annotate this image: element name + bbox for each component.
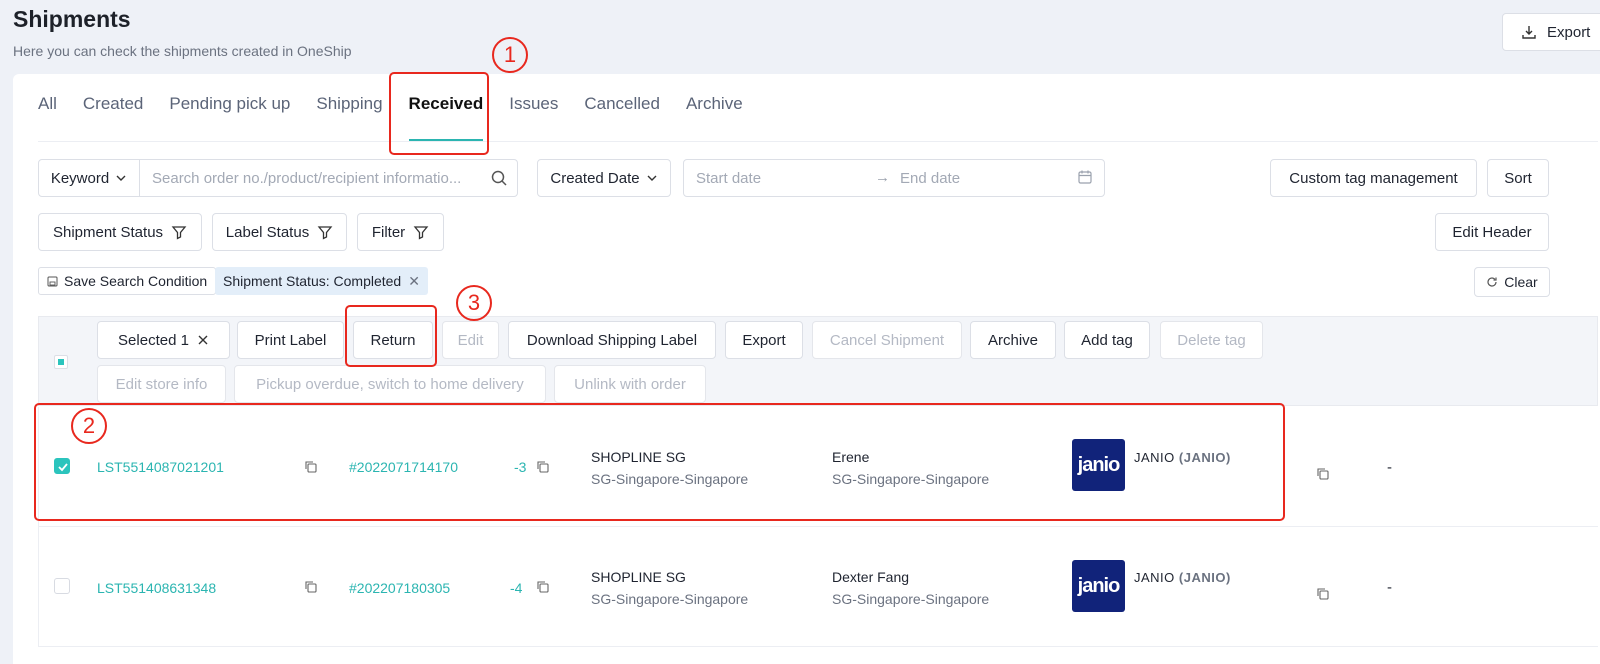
shipment-status-filter[interactable]: Shipment Status	[38, 213, 202, 251]
tabs-divider	[38, 141, 1598, 142]
edit-store-info-button[interactable]: Edit store info	[97, 365, 226, 403]
status-chip-key: Shipment Status:	[223, 273, 330, 289]
copy-icon[interactable]	[536, 580, 549, 593]
date-type-select[interactable]: Created Date	[537, 159, 671, 197]
export-selected-button[interactable]: Export	[725, 321, 803, 359]
start-date-field[interactable]: Start date	[696, 170, 761, 187]
tab-cancelled[interactable]: Cancelled	[584, 95, 660, 140]
chevron-down-icon	[116, 175, 126, 181]
shipment-status-label: Shipment Status	[52, 223, 164, 241]
edit-header-button[interactable]: Edit Header	[1435, 213, 1549, 251]
filter-icon	[171, 226, 187, 240]
carrier-logo: janio	[1072, 560, 1125, 612]
date-type-label: Created Date	[550, 169, 640, 187]
table-row[interactable]: LST551408631348 #202207180305 -4 SHOPLIN…	[38, 527, 1598, 647]
export-label: Export	[1547, 23, 1591, 41]
unlink-order-button[interactable]: Unlink with order	[554, 365, 706, 403]
carrier-label: JANIO	[1134, 570, 1175, 585]
shipment-number-link[interactable]: LST551408631348	[97, 580, 216, 596]
filter-icon	[317, 226, 333, 240]
tab-shipping[interactable]: Shipping	[316, 95, 382, 140]
tab-all[interactable]: All	[38, 95, 57, 140]
highlight-return-button	[345, 305, 437, 367]
keyword-select[interactable]: Keyword	[39, 160, 140, 196]
selected-count-button[interactable]: Selected 1	[97, 321, 230, 359]
carrier-code: (JANIO)	[1178, 570, 1231, 585]
edit-button[interactable]: Edit	[442, 321, 499, 359]
keyword-search-group: Keyword Search order no./product/recipie…	[38, 159, 518, 197]
close-icon	[198, 335, 208, 345]
clear-label: Clear	[1504, 274, 1538, 290]
close-icon[interactable]: ✕	[408, 273, 420, 290]
annotation-badge-3: 3	[456, 285, 492, 321]
cancel-shipment-button[interactable]: Cancel Shipment	[812, 321, 962, 359]
export-button[interactable]: Export	[1502, 13, 1600, 51]
clear-button[interactable]: Clear	[1474, 267, 1550, 297]
filter-icon	[413, 226, 429, 240]
filter-button[interactable]: Filter	[357, 213, 444, 251]
selected-count-label: Selected 1	[118, 331, 189, 349]
order-number-suffix[interactable]: -4	[510, 580, 522, 596]
add-tag-button[interactable]: Add tag	[1064, 321, 1150, 359]
store-location: SG-Singapore-Singapore	[591, 591, 749, 607]
page-subtitle: Here you can check the shipments created…	[13, 43, 352, 59]
row-checkbox[interactable]	[54, 578, 70, 594]
download-shipping-label-button[interactable]: Download Shipping Label	[508, 321, 716, 359]
tab-pending-pick-up[interactable]: Pending pick up	[169, 95, 290, 140]
download-icon	[1522, 26, 1536, 39]
calendar-icon	[1078, 170, 1092, 184]
empty-value: -	[1387, 579, 1392, 596]
copy-icon[interactable]	[1316, 467, 1329, 480]
annotation-badge-1: 1	[492, 37, 528, 73]
shipments-card: All Created Pending pick up Shipping Rec…	[13, 74, 1600, 664]
tab-archive[interactable]: Archive	[686, 95, 743, 140]
archive-button[interactable]: Archive	[970, 321, 1056, 359]
search-input[interactable]: Search order no./product/recipient infor…	[140, 170, 481, 187]
refresh-icon	[1487, 277, 1497, 287]
arrow-right-icon: →	[875, 169, 890, 186]
carrier-name: JANIO (JANIO)	[1134, 570, 1231, 585]
keyword-label: Keyword	[50, 169, 110, 187]
page-title: Shipments	[13, 6, 131, 32]
custom-tag-management-button[interactable]: Custom tag management	[1270, 159, 1477, 197]
tab-issues[interactable]: Issues	[509, 95, 558, 140]
filter-label: Filter	[371, 223, 406, 241]
chevron-down-icon	[647, 175, 657, 181]
pickup-overdue-button[interactable]: Pickup overdue, switch to home delivery	[234, 365, 546, 403]
recipient-location: SG-Singapore-Singapore	[832, 591, 990, 607]
store-name: SHOPLINE SG	[591, 569, 686, 585]
search-icon[interactable]	[481, 169, 517, 187]
copy-icon[interactable]	[1316, 587, 1329, 600]
save-icon	[47, 276, 58, 286]
copy-icon[interactable]	[304, 580, 317, 593]
date-range-picker[interactable]: Start date → End date	[683, 159, 1105, 197]
delete-tag-button[interactable]: Delete tag	[1160, 321, 1263, 359]
order-number-link[interactable]: #202207180305	[349, 580, 450, 596]
sort-button[interactable]: Sort	[1487, 159, 1549, 197]
recipient-name: Dexter Fang	[832, 569, 910, 585]
status-filter-chip: Shipment Status: Completed ✕	[215, 267, 428, 295]
save-search-label: Save Search Condition	[64, 273, 208, 289]
label-status-filter[interactable]: Label Status	[212, 213, 347, 251]
highlight-received-tab	[389, 72, 489, 155]
tab-created[interactable]: Created	[83, 95, 143, 140]
status-chip-value: Completed	[333, 273, 402, 289]
select-all-checkbox[interactable]	[54, 355, 68, 369]
label-status-label: Label Status	[225, 223, 310, 241]
highlight-selected-row	[34, 403, 1285, 521]
empty-value: -	[1387, 459, 1392, 476]
annotation-badge-2: 2	[71, 408, 107, 444]
save-search-condition-button[interactable]: Save Search Condition	[38, 267, 217, 295]
print-label-button[interactable]: Print Label	[237, 321, 344, 359]
end-date-field[interactable]: End date	[900, 170, 960, 187]
